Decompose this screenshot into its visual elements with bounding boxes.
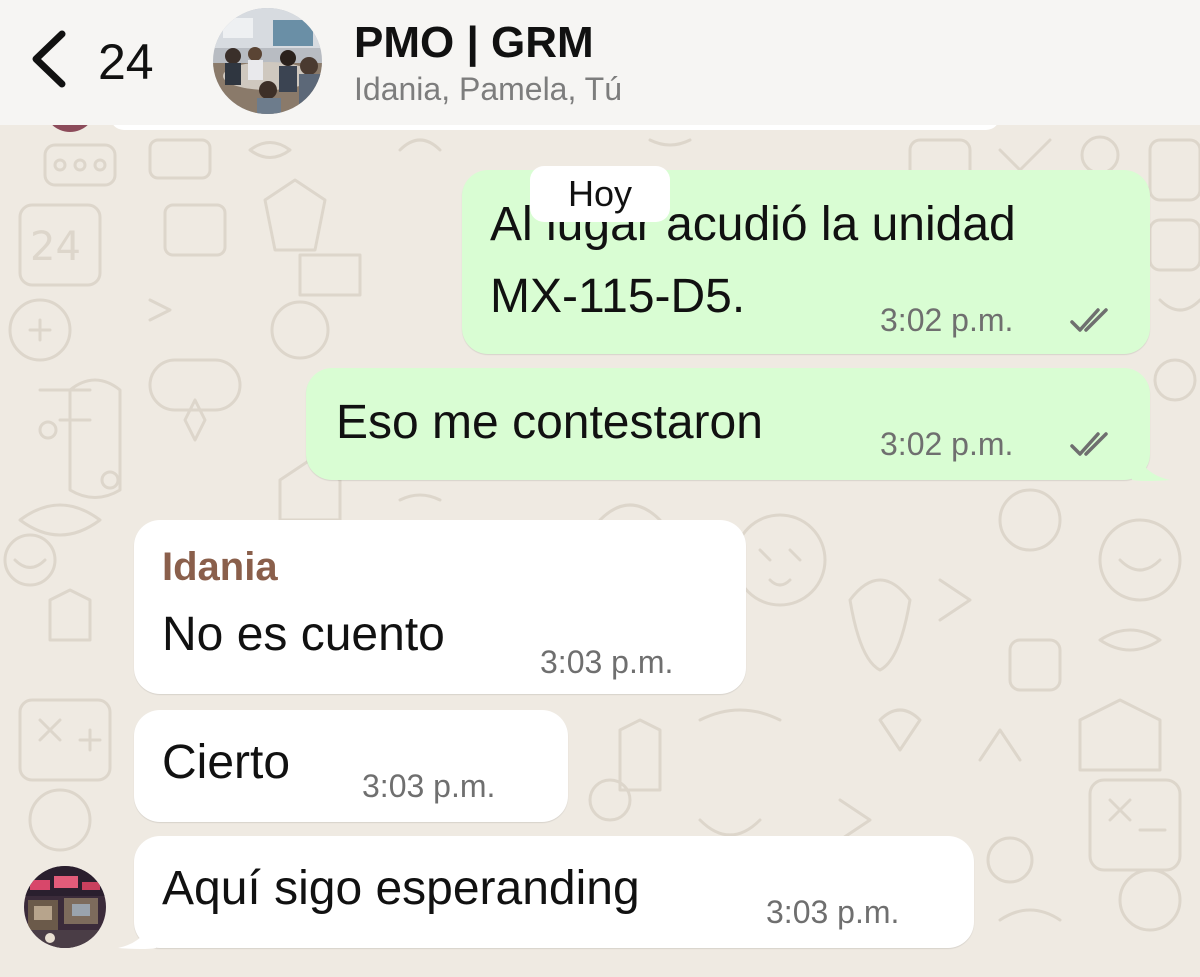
double-check-icon: [1070, 308, 1108, 332]
bubble-tail: [118, 910, 156, 949]
message-timestamp: 3:03 p.m.: [766, 894, 900, 930]
group-avatar[interactable]: [213, 8, 322, 114]
chevron-left-icon[interactable]: [26, 28, 72, 90]
sender-photo-avatar: [24, 866, 106, 948]
chat-members[interactable]: Idania, Pamela, Tú: [354, 70, 622, 108]
message-timestamp: 3:02 p.m.: [880, 426, 1014, 462]
sender-name[interactable]: Idania: [162, 544, 278, 590]
message-timestamp: 3:02 p.m.: [880, 302, 1014, 338]
double-check-icon: [1070, 432, 1108, 456]
sender-avatar[interactable]: [24, 866, 106, 948]
chat-title[interactable]: PMO | GRM: [354, 18, 594, 68]
svg-text:24: 24: [30, 224, 81, 270]
group-photo-avatar: [213, 8, 322, 114]
message-text: MX-115-D5.: [490, 270, 746, 323]
message-text: Eso me contestaron: [336, 396, 763, 449]
message-text: Aquí sigo esperanding: [162, 862, 640, 915]
message-timestamp: 3:03 p.m.: [540, 644, 674, 680]
bubble-tail: [1132, 442, 1170, 481]
message-timestamp: 3:03 p.m.: [362, 768, 496, 804]
date-separator: Hoy: [530, 166, 670, 222]
message-text: Cierto: [162, 736, 291, 789]
message-text: No es cuento: [162, 608, 445, 661]
unread-count[interactable]: 24: [98, 34, 154, 90]
chat-wallpaper: 24: [3, 135, 1200, 932]
chat-header: 24 PMO | GRM Idania, Pamela, Tú: [0, 0, 1200, 125]
